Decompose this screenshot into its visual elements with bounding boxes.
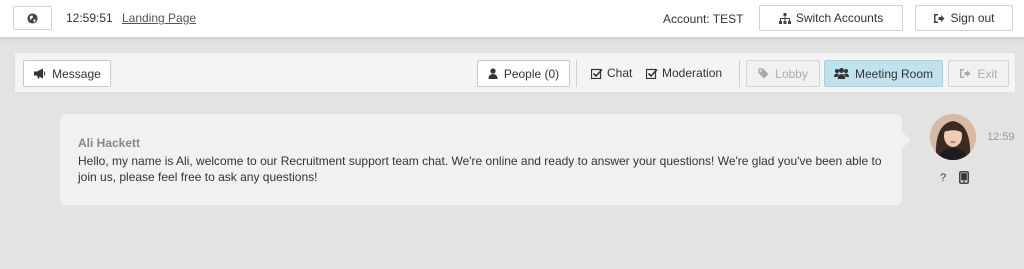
lobby-button[interactable]: Lobby <box>746 60 820 87</box>
top-header: 12:59:51 Landing Page Account: TEST Swit… <box>0 0 1024 38</box>
switch-accounts-label: Switch Accounts <box>795 11 884 25</box>
moderation-label: Moderation <box>662 66 723 80</box>
message-sender: Ali Hackett <box>78 136 141 150</box>
language-button[interactable] <box>13 6 52 30</box>
message-button[interactable]: Message <box>23 60 111 87</box>
message-label: Message <box>52 66 101 81</box>
message-text: Hello, my name is Ali, welcome to our Re… <box>78 154 882 184</box>
mobile-device-icon[interactable] <box>959 171 969 187</box>
message-timestamp: 12:59 <box>987 131 1015 143</box>
sitemap-icon <box>778 12 791 24</box>
sign-out-button[interactable]: Sign out <box>915 5 1013 31</box>
meeting-room-button[interactable]: Meeting Room <box>824 60 943 87</box>
exit-label: Exit <box>977 66 998 81</box>
user-icon <box>488 68 498 79</box>
chat-label: Chat <box>607 66 633 80</box>
sign-out-label: Sign out <box>950 11 995 25</box>
checkbox-checked-icon <box>591 68 603 79</box>
people-label: People (0) <box>503 66 560 81</box>
toolbar-divider <box>739 60 740 87</box>
sign-out-icon <box>959 68 971 79</box>
toolbar-divider <box>576 60 577 87</box>
clock-time: 12:59:51 <box>66 11 113 25</box>
chat-message-bubble: Ali Hackett Hello, my name is Ali, welco… <box>60 114 911 205</box>
help-question-mark[interactable]: ? <box>940 172 946 184</box>
switch-accounts-button[interactable]: Switch Accounts <box>759 5 903 31</box>
avatar <box>930 114 976 160</box>
tag-icon <box>758 68 769 79</box>
checkbox-checked-icon <box>646 68 658 79</box>
account-label: Account: TEST <box>663 12 744 26</box>
chat-toggle[interactable]: Chat <box>591 66 632 80</box>
lobby-label: Lobby <box>775 66 808 81</box>
sign-out-icon <box>933 13 945 24</box>
moderation-toggle[interactable]: Moderation <box>646 66 722 80</box>
meeting-room-label: Meeting Room <box>854 66 934 81</box>
landing-page-link[interactable]: Landing Page <box>122 11 196 25</box>
meeting-toolbar: Message People (0) Chat Moderation Lobby… <box>14 52 1016 93</box>
bullhorn-icon <box>33 68 46 79</box>
users-icon <box>833 68 849 79</box>
globe-icon <box>27 12 38 24</box>
people-button[interactable]: People (0) <box>477 60 570 87</box>
exit-button[interactable]: Exit <box>948 60 1009 87</box>
